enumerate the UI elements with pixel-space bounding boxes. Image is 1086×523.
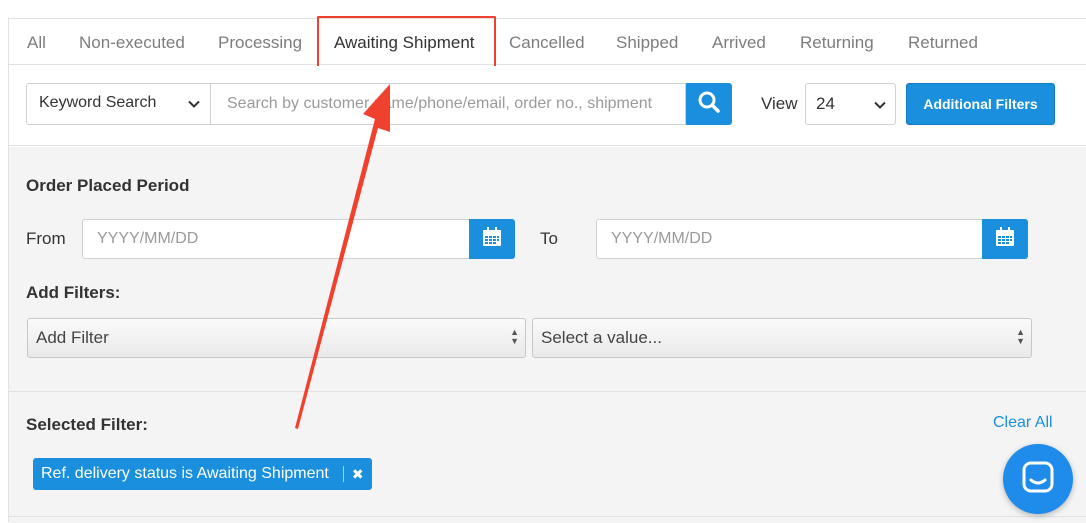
filter-chip-label: Ref. delivery status is Awaiting Shipmen… xyxy=(41,465,329,482)
chip-separator xyxy=(342,466,344,482)
to-label: To xyxy=(540,229,558,248)
divider xyxy=(9,516,1086,517)
status-tabs: All Non-executed Processing Awaiting Shi… xyxy=(9,16,1086,72)
close-icon[interactable]: ✖ xyxy=(352,466,364,483)
search-button[interactable] xyxy=(686,83,732,125)
select-arrows-icon: ▲ ▼ xyxy=(1016,327,1025,346)
tab-arrived[interactable]: Arrived xyxy=(712,33,766,53)
additional-filters-button[interactable]: Additional Filters xyxy=(906,83,1055,125)
order-panel: All Non-executed Processing Awaiting Shi… xyxy=(8,16,1086,523)
highlight-box xyxy=(317,16,496,72)
search-icon xyxy=(697,90,721,119)
selected-filter-heading: Selected Filter: xyxy=(26,415,148,434)
order-period-heading: Order Placed Period xyxy=(26,176,190,195)
top-strip xyxy=(0,0,1086,20)
tab-processing[interactable]: Processing xyxy=(218,33,302,53)
search-input[interactable]: Search by customer name/phone/email, ord… xyxy=(210,83,686,125)
tab-returning[interactable]: Returning xyxy=(800,33,874,53)
to-calendar-button[interactable] xyxy=(982,219,1028,259)
add-filter-select[interactable]: Add Filter ▲ ▼ xyxy=(27,318,526,358)
calendar-icon xyxy=(995,226,1015,252)
view-count-value: 24 xyxy=(816,94,835,113)
search-bar: Keyword Search Search by customer name/p… xyxy=(9,66,1086,146)
filter-panel: Order Placed Period From YYYY/MM/DD To Y… xyxy=(9,147,1086,523)
tab-non-executed[interactable]: Non-executed xyxy=(79,33,185,53)
chevron-down-icon xyxy=(187,97,201,116)
chevron-down-icon xyxy=(873,97,887,117)
from-date-input[interactable]: YYYY/MM/DD xyxy=(82,219,470,259)
to-date-input[interactable]: YYYY/MM/DD xyxy=(596,219,983,259)
filter-chip: Ref. delivery status is Awaiting Shipmen… xyxy=(33,458,372,490)
filter-value-placeholder: Select a value... xyxy=(541,328,662,347)
search-type-select[interactable]: Keyword Search xyxy=(26,83,211,125)
filter-value-select[interactable]: Select a value... ▲ ▼ xyxy=(532,318,1032,358)
tab-all[interactable]: All xyxy=(27,33,46,53)
clear-all-link[interactable]: Clear All xyxy=(993,414,1053,432)
tab-returned[interactable]: Returned xyxy=(908,33,978,53)
add-filter-value: Add Filter xyxy=(36,328,109,347)
from-calendar-button[interactable] xyxy=(469,219,515,259)
tab-shipped[interactable]: Shipped xyxy=(616,33,678,53)
chat-launcher-button[interactable] xyxy=(1003,444,1073,514)
divider xyxy=(9,391,1086,392)
select-arrows-icon: ▲ ▼ xyxy=(510,327,519,346)
view-count-select[interactable]: 24 xyxy=(805,83,896,125)
calendar-icon xyxy=(482,226,502,252)
from-label: From xyxy=(26,229,66,248)
chat-icon xyxy=(1021,460,1055,499)
add-filters-heading: Add Filters: xyxy=(26,283,121,302)
view-label: View xyxy=(761,94,798,113)
tab-cancelled[interactable]: Cancelled xyxy=(509,33,585,53)
search-type-label: Keyword Search xyxy=(39,94,157,111)
